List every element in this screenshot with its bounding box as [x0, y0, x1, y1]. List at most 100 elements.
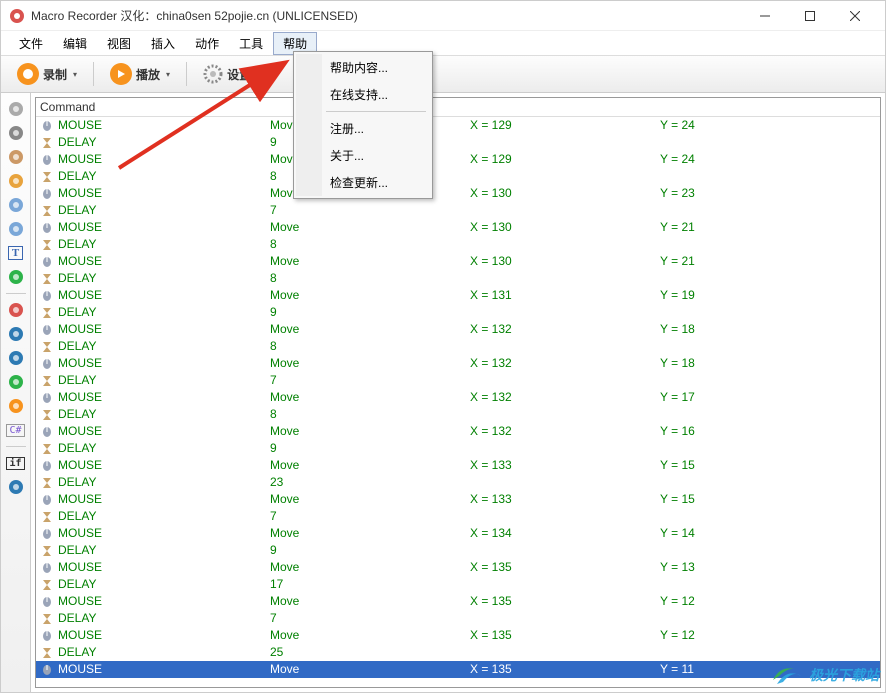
delay-tool-icon[interactable] — [6, 147, 26, 167]
info-tool-icon[interactable] — [6, 348, 26, 368]
run-tool-icon[interactable] — [6, 372, 26, 392]
table-row[interactable]: MOUSEMoveX = 129Y = 24 — [36, 151, 880, 168]
mouse-icon — [40, 154, 54, 166]
table-row[interactable]: DELAY7 — [36, 372, 880, 389]
table-row[interactable]: MOUSEMoveX = 132Y = 17 — [36, 389, 880, 406]
mouse-icon — [40, 358, 54, 370]
print-tool-icon[interactable] — [6, 171, 26, 191]
command-p1: Move — [270, 593, 470, 610]
table-row[interactable]: DELAY17 — [36, 576, 880, 593]
hourglass-icon — [40, 205, 54, 217]
table-row[interactable]: MOUSEMoveX = 134Y = 14 — [36, 525, 880, 542]
maximize-icon — [805, 11, 815, 21]
command-p2: X = 135 — [470, 627, 660, 644]
table-row[interactable]: MOUSEMoveX = 135Y = 11 — [36, 661, 880, 678]
table-row[interactable]: DELAY7 — [36, 610, 880, 627]
command-type: DELAY — [58, 134, 96, 151]
table-row[interactable]: DELAY7 — [36, 202, 880, 219]
command-list: Command MOUSEMoveX = 129Y = 24DELAY9MOUS… — [35, 97, 881, 688]
command-type: MOUSE — [58, 559, 102, 576]
titlebar: Macro Recorder 汉化：china0sen 52pojie.cn (… — [1, 1, 885, 31]
help-menu-item[interactable]: 注册... — [296, 115, 430, 142]
command-p1: 9 — [270, 304, 470, 321]
table-row[interactable]: MOUSEMoveX = 133Y = 15 — [36, 491, 880, 508]
hourglass-icon — [40, 443, 54, 455]
help-menu-item[interactable]: 检查更新... — [296, 169, 430, 196]
text-tool-icon[interactable]: T — [6, 243, 26, 263]
command-p3: Y = 14 — [660, 525, 876, 542]
chevron-down-icon: ▾ — [73, 70, 77, 79]
play-tool-icon[interactable] — [6, 396, 26, 416]
table-row[interactable]: DELAY9 — [36, 134, 880, 151]
table-row[interactable]: DELAY8 — [36, 406, 880, 423]
maximize-button[interactable] — [787, 2, 832, 30]
table-row[interactable]: DELAY8 — [36, 338, 880, 355]
command-type: MOUSE — [58, 525, 102, 542]
table-row[interactable]: DELAY25 — [36, 644, 880, 661]
table-row[interactable]: MOUSEMoveX = 135Y = 13 — [36, 559, 880, 576]
copy-tool-icon[interactable] — [6, 195, 26, 215]
close-button[interactable] — [832, 2, 877, 30]
menu-item-4[interactable]: 动作 — [185, 32, 229, 55]
power-tool-icon[interactable] — [6, 300, 26, 320]
table-row[interactable]: DELAY23 — [36, 474, 880, 491]
command-type: DELAY — [58, 474, 96, 491]
table-row[interactable]: MOUSEMoveX = 133Y = 15 — [36, 457, 880, 474]
table-row[interactable]: DELAY9 — [36, 304, 880, 321]
menu-item-5[interactable]: 工具 — [229, 32, 273, 55]
command-p3: Y = 15 — [660, 491, 876, 508]
table-row[interactable]: MOUSEMoveX = 131Y = 19 — [36, 287, 880, 304]
table-row[interactable]: MOUSEMoveX = 132Y = 18 — [36, 321, 880, 338]
command-type: MOUSE — [58, 593, 102, 610]
menu-item-2[interactable]: 视图 — [97, 32, 141, 55]
command-p1: Move — [270, 389, 470, 406]
menu-item-3[interactable]: 插入 — [141, 32, 185, 55]
mouse-tool-icon[interactable] — [6, 99, 26, 119]
color-picker-icon[interactable] — [6, 267, 26, 287]
globe-tool-icon[interactable] — [6, 324, 26, 344]
settings-button[interactable]: 设置 — [195, 61, 259, 87]
table-row[interactable]: MOUSEMoveX = 130Y = 21 — [36, 219, 880, 236]
mouse-icon — [40, 222, 54, 234]
help-menu-item[interactable]: 关于... — [296, 142, 430, 169]
command-p3: Y = 12 — [660, 593, 876, 610]
command-p1: Move — [270, 219, 470, 236]
table-row[interactable]: DELAY8 — [36, 236, 880, 253]
table-row[interactable]: MOUSEMoveX = 132Y = 18 — [36, 355, 880, 372]
table-row[interactable]: DELAY9 — [36, 542, 880, 559]
table-row[interactable]: MOUSE MoveX = 135Y = 12 — [36, 593, 880, 610]
mouse-icon — [40, 392, 54, 404]
command-p2: X = 131 — [470, 287, 660, 304]
if-tool-icon[interactable]: if — [6, 453, 26, 473]
command-p1: 7 — [270, 610, 470, 627]
help-menu-item[interactable]: 在线支持... — [296, 81, 430, 108]
table-row[interactable]: MOUSEMoveX = 130Y = 23 — [36, 185, 880, 202]
toolbar-separator — [6, 293, 26, 294]
command-p2: X = 135 — [470, 593, 660, 610]
command-p1: 7 — [270, 508, 470, 525]
table-row[interactable]: DELAY7 — [36, 508, 880, 525]
record-label: 录制 — [43, 66, 67, 83]
table-row[interactable]: MOUSEMoveX = 132Y = 16 — [36, 423, 880, 440]
csharp-tool-icon[interactable]: C# — [6, 420, 26, 440]
help-menu-item[interactable]: 帮助内容... — [296, 54, 430, 81]
minimize-button[interactable] — [742, 2, 787, 30]
menu-item-0[interactable]: 文件 — [9, 32, 53, 55]
paste-tool-icon[interactable] — [6, 219, 26, 239]
loop-tool-icon[interactable] — [6, 477, 26, 497]
list-body[interactable]: MOUSEMoveX = 129Y = 24DELAY9MOUSEMoveX =… — [36, 117, 880, 687]
menu-item-1[interactable]: 编辑 — [53, 32, 97, 55]
table-row[interactable]: MOUSEMoveX = 130Y = 21 — [36, 253, 880, 270]
table-row[interactable]: MOUSEMoveX = 135Y = 12 — [36, 627, 880, 644]
command-p2: X = 129 — [470, 151, 660, 168]
table-row[interactable]: DELAY9 — [36, 440, 880, 457]
table-row[interactable]: MOUSEMoveX = 129Y = 24 — [36, 117, 880, 134]
command-type: MOUSE — [58, 287, 102, 304]
table-row[interactable]: DELAY8 — [36, 270, 880, 287]
play-button[interactable]: 播放 ▾ — [102, 60, 178, 88]
window-title: Macro Recorder 汉化：china0sen 52pojie.cn (… — [31, 7, 742, 24]
table-row[interactable]: DELAY8 — [36, 168, 880, 185]
keyboard-tool-icon[interactable] — [6, 123, 26, 143]
record-button[interactable]: 录制 ▾ — [9, 60, 85, 88]
hourglass-icon — [40, 273, 54, 285]
